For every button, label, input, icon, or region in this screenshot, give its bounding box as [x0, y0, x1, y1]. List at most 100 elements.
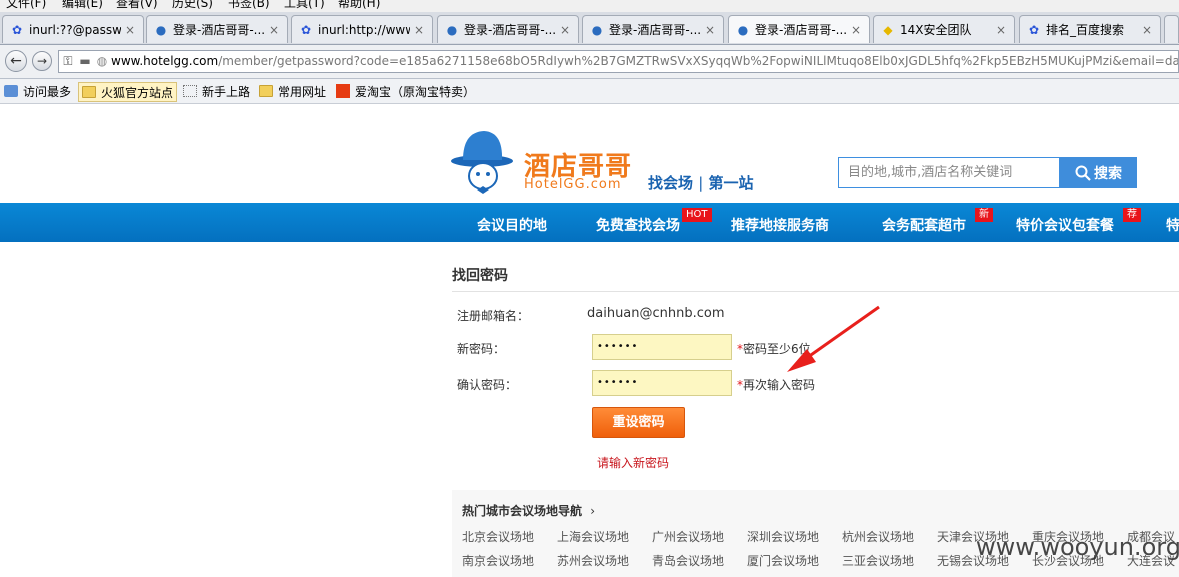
menu-view[interactable]: 查看(V) [116, 0, 158, 11]
city-link[interactable]: 三亚会议场地 [842, 552, 914, 569]
divider [452, 291, 1179, 292]
bellhop-mascot-icon [451, 131, 513, 194]
nav-item-partial[interactable]: 特 [1166, 203, 1179, 242]
reset-password-button[interactable]: 重设密码 [592, 407, 685, 438]
browser-tab-active[interactable]: ● 登录-酒店哥哥-... × [728, 15, 870, 43]
city-link[interactable]: 北京会议场地 [462, 528, 534, 545]
browser-tab[interactable]: ● 登录-酒店哥哥-... × [582, 15, 724, 43]
browser-tab[interactable]: ● 登录-酒店哥哥-... × [146, 15, 288, 43]
folder-icon [259, 85, 273, 97]
main-nav: 会议目的地 免费查找会场 HOT 推荐地接服务商 会务配套超市 新 特价会议包套… [0, 203, 1179, 242]
close-icon[interactable]: × [125, 23, 137, 37]
baidu-paw-icon: ✿ [300, 22, 312, 37]
city-link[interactable]: 深圳会议场地 [747, 528, 819, 545]
nav-special-packages[interactable]: 特价会议包套餐 [1016, 203, 1114, 242]
folder-icon [82, 86, 96, 98]
search-icon [1075, 165, 1091, 181]
bookmark-common-sites[interactable]: 常用网址 [259, 82, 326, 100]
bookmark-label: 火狐官方站点 [101, 85, 174, 100]
nav-free-venue-search[interactable]: 免费查找会场 [596, 203, 680, 242]
page-icon [183, 85, 197, 97]
hot-badge: HOT [682, 208, 712, 222]
confirm-password-label: 确认密码： [457, 378, 518, 392]
nav-label: 特价会议包套餐 [1016, 218, 1114, 234]
slogan: 找会场 | 第一站 [648, 172, 754, 193]
menu-file[interactable]: 文件(F) [6, 0, 46, 11]
new-password-label: 新密码： [457, 342, 506, 356]
bookmark-aitaobao[interactable]: 爱淘宝（原淘宝特卖） [336, 82, 475, 100]
navigation-bar: ← → ⚿ ▬ ◍ www.hotelgg.com/member/getpasswor… [0, 45, 1179, 79]
email-value: daihuan@cnhnb.com [587, 306, 725, 321]
tab-label: 登录-酒店哥哥-... [464, 23, 556, 37]
browser-tab[interactable]: ◆ 14X安全团队 × [873, 15, 1015, 43]
close-icon[interactable]: × [414, 23, 426, 37]
close-icon[interactable]: × [996, 23, 1008, 37]
new-password-field[interactable]: •••••• [592, 334, 732, 360]
close-icon[interactable]: × [851, 23, 863, 37]
city-link[interactable]: 广州会议场地 [652, 528, 724, 545]
watermark: www.wooyun.org [976, 533, 1179, 561]
menu-bookmarks[interactable]: 书签(B) [228, 0, 270, 11]
hot-cities-title[interactable]: 热门城市会议场地导航 › [462, 502, 595, 519]
close-icon[interactable]: × [1142, 23, 1154, 37]
bookmark-getting-started[interactable]: 新手上路 [183, 82, 250, 100]
city-link[interactable]: 南京会议场地 [462, 552, 534, 569]
city-link[interactable]: 上海会议场地 [557, 528, 629, 545]
url-bar[interactable]: ⚿ ▬ ◍ www.hotelgg.com/member/getpassword?co… [58, 50, 1179, 73]
hint-text: 再次输入密码 [743, 378, 816, 392]
tab-label: inurl:http://www... [318, 22, 410, 37]
menu-help[interactable]: 帮助(H) [338, 0, 380, 11]
city-link[interactable]: 杭州会议场地 [842, 528, 914, 545]
tab-label: 排名_百度搜索 [1046, 23, 1125, 37]
tab-label: inurl:??@passw... [29, 22, 121, 37]
hotel-hat-icon: ● [446, 22, 458, 37]
error-message: 请输入新密码 [597, 456, 670, 470]
recommend-badge: 荐 [1123, 208, 1141, 222]
confirm-password-field[interactable]: •••••• [592, 370, 732, 396]
menu-tools[interactable]: 工具(T) [284, 0, 325, 11]
most-visited-icon [4, 85, 18, 97]
close-icon[interactable]: × [560, 23, 572, 37]
search-button[interactable]: 搜索 [1060, 157, 1137, 188]
baidu-paw-icon: ✿ [1028, 22, 1040, 37]
forward-arrow-icon[interactable]: → [32, 51, 52, 71]
slogan-part-b: 第一站 [708, 174, 754, 192]
nav-conference-supplies[interactable]: 会务配套超市 [882, 203, 966, 242]
nav-meeting-destinations[interactable]: 会议目的地 [477, 203, 547, 242]
city-link[interactable]: 青岛会议场地 [652, 552, 724, 569]
browser-tab[interactable]: ✿ inurl:??@passw... × [2, 15, 144, 43]
back-arrow-icon[interactable]: ← [5, 50, 27, 72]
search-input[interactable]: 目的地,城市,酒店名称关键词 [838, 157, 1060, 188]
page-title: 找回密码 [452, 268, 508, 284]
tab-strip: ✿ inurl:??@passw... × ● 登录-酒店哥哥-... × ✿ … [0, 12, 1179, 45]
close-icon[interactable]: × [705, 23, 717, 37]
email-label: 注册邮箱名： [457, 309, 530, 323]
url-path: /member/getpassword?code=e185a6271158e68… [218, 54, 1179, 68]
city-link[interactable]: 苏州会议场地 [557, 552, 629, 569]
browser-tab[interactable]: ● 登录-酒店哥哥-... × [437, 15, 579, 43]
chevron-right-icon: › [590, 504, 596, 518]
red-arrow-annotation [787, 305, 880, 372]
bookmarks-bar: 访问最多 火狐官方站点 新手上路 常用网址 爱淘宝（原淘宝特卖） [0, 79, 1179, 104]
bookmark-label: 常用网址 [278, 84, 327, 99]
city-link[interactable]: 厦门会议场地 [747, 552, 819, 569]
bookmark-firefox-official[interactable]: 火狐官方站点 [78, 82, 178, 102]
close-icon[interactable]: × [269, 23, 281, 37]
bookmark-label: 访问最多 [23, 84, 72, 99]
menu-history[interactable]: 历史(S) [172, 0, 213, 11]
nav-label: 免费查找会场 [596, 218, 680, 234]
browser-tab-partial[interactable] [1164, 15, 1179, 43]
url-host: www.hotelgg.com [111, 54, 219, 68]
bookmark-most-visited[interactable]: 访问最多 [4, 82, 71, 100]
search-button-label: 搜索 [1094, 165, 1122, 182]
tab-label: 登录-酒店哥哥-... [609, 23, 701, 37]
browser-tab[interactable]: ✿ inurl:http://www... × [291, 15, 433, 43]
slogan-separator: | [698, 174, 704, 192]
menu-bar: 文件(F) 编辑(E) 查看(V) 历史(S) 书签(B) 工具(T) 帮助(H… [0, 0, 1179, 12]
browser-tab[interactable]: ✿ 排名_百度搜索 × [1019, 15, 1161, 43]
menu-edit[interactable]: 编辑(E) [62, 0, 103, 11]
nav-local-service-providers[interactable]: 推荐地接服务商 [731, 203, 829, 242]
yellow-site-icon: ◆ [883, 22, 893, 37]
key-icon: ⚿ [63, 54, 73, 68]
logo-english-text: HotelGG.com [524, 177, 622, 192]
